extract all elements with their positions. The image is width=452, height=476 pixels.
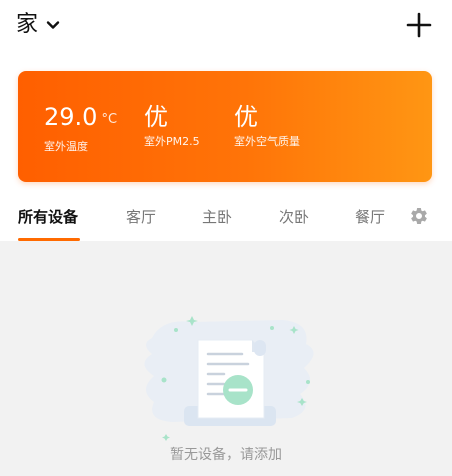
weather-card: 29.0 °C 室外温度 优 室外PM2.5 优 室外空气质量 <box>18 71 432 182</box>
temperature-value: 29.0 <box>44 103 98 131</box>
chevron-down-icon <box>46 21 60 29</box>
tab-master-bedroom[interactable]: 主卧 <box>202 207 232 227</box>
home-selector[interactable]: 家 <box>16 10 61 40</box>
room-tabs: 所有设备 客厅 主卧 次卧 餐厅 <box>0 198 452 241</box>
temperature-metric: 29.0 °C 室外温度 <box>44 103 117 154</box>
tab-dining-room[interactable]: 餐厅 <box>355 207 385 227</box>
pm25-label: 室外PM2.5 <box>144 135 200 148</box>
empty-document-icon <box>144 316 314 441</box>
gear-icon[interactable] <box>409 206 429 226</box>
tab-living-room[interactable]: 客厅 <box>126 207 156 227</box>
temperature-unit: °C <box>101 112 118 127</box>
air-quality-label: 室外空气质量 <box>234 135 300 148</box>
tab-second-bedroom[interactable]: 次卧 <box>279 207 309 227</box>
tab-all-devices[interactable]: 所有设备 <box>18 207 78 227</box>
active-tab-indicator <box>18 238 80 241</box>
air-quality-value: 优 <box>234 103 258 131</box>
home-name: 家 <box>16 12 39 37</box>
empty-state-message: 暂无设备，请添加 <box>170 447 282 463</box>
pm25-value: 优 <box>144 103 168 131</box>
pm25-metric: 优 室外PM2.5 <box>144 103 200 149</box>
plus-icon[interactable] <box>404 10 434 40</box>
top-panel: 家 29.0 °C 室外温度 优 室外PM2.5 优 室外空气质量 所有设备 客厅… <box>0 0 452 241</box>
temperature-label: 室外温度 <box>44 140 88 153</box>
air-quality-metric: 优 室外空气质量 <box>234 103 300 149</box>
